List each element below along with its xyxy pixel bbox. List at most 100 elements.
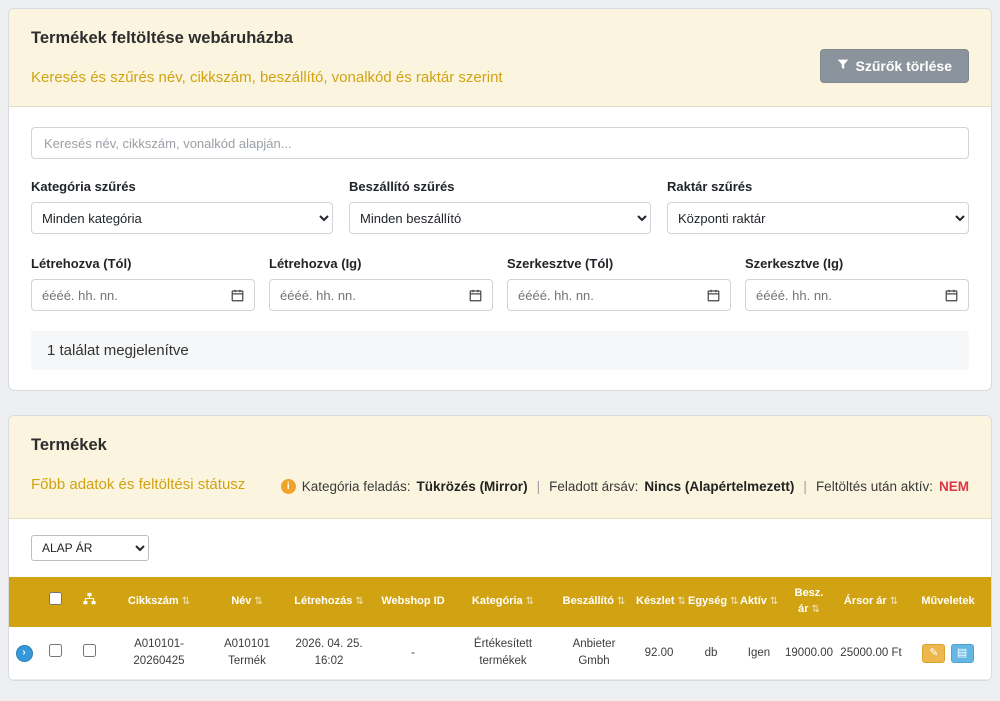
clear-filters-button[interactable]: Szűrők törlése [820,49,969,83]
filter-card-header: Termékek feltöltése webáruházba Keresés … [9,9,991,107]
date-placeholder: éééé. hh. nn. [518,288,594,303]
column-header-aktiv[interactable]: Aktív⇅ [737,577,781,627]
page: Termékek feltöltése webáruházba Keresés … [0,0,1000,689]
calendar-icon [469,289,482,302]
date-placeholder: éééé. hh. nn. [280,288,356,303]
row-checkbox[interactable] [49,644,62,657]
select-all-checkbox[interactable] [49,592,62,605]
expand-row-button[interactable]: › [16,645,33,662]
column-header-kategoria[interactable]: Kategória⇅ [451,577,555,627]
date-placeholder: éééé. hh. nn. [756,288,832,303]
column-header-egyseg[interactable]: Egység⇅ [685,577,737,627]
cell-webshop-id: - [375,627,451,680]
category-mode-value: Tükrözés (Mirror) [417,479,528,494]
filter-icon [837,58,849,74]
edit-icon: ✎ [929,648,938,659]
cell-muveletek: ✎ ▤ [905,627,991,680]
column-header-muveletek: Műveletek [905,577,991,627]
sitemap-icon [83,596,96,608]
table-header-row: Cikkszám⇅ Név⇅ Létrehozás⇅ Webshop ID Ka… [9,577,991,627]
date-placeholder: éééé. hh. nn. [42,288,118,303]
edited-to-date-input[interactable]: éééé. hh. nn. [745,279,969,311]
products-table: Cikkszám⇅ Név⇅ Létrehozás⇅ Webshop ID Ka… [9,577,991,680]
column-label: Készlet [636,595,675,607]
calendar-icon [231,289,244,302]
table-row: › A010101-20260425 A010101 Termék 2026. … [9,627,991,680]
created-from-field: Létrehozva (Tól) éééé. hh. nn. [31,256,255,311]
cell-aktiv: Igen [737,627,781,680]
column-label: Cikkszám [128,595,179,607]
column-label: Egység [688,595,727,607]
cell-variant-select [71,627,107,680]
cell-nev: A010101 Termék [211,627,283,680]
clear-filters-label: Szűrők törlése [856,58,952,74]
column-header-beszallito[interactable]: Beszállító⇅ [555,577,633,627]
sort-icon: ⇅ [812,604,820,615]
created-from-label: Létrehozva (Tól) [31,256,255,271]
filter-card: Termékek feltöltése webáruházba Keresés … [8,8,992,391]
sort-icon: ⇅ [890,596,898,607]
category-filter-label: Kategória szűrés [31,179,333,194]
products-title: Termékek [31,436,969,455]
results-count: 1 találat megjelenítve [31,331,969,370]
separator: | [537,479,541,494]
cell-kategoria: Értékesített termékek [451,627,555,680]
page-title: Termékek feltöltése webáruházba [31,29,969,48]
column-header-variants [71,577,107,627]
warehouse-filter-label: Raktár szűrés [667,179,969,194]
warehouse-filter-select[interactable]: Központi raktár [667,202,969,234]
products-subtitle: Főbb adatok és feltöltési státusz [31,476,245,493]
price-tier-select[interactable]: ALAP ÁR [31,535,149,561]
filter-selects-row: Kategória szűrés Minden kategória Beszál… [31,179,969,234]
cell-besz-ar: 19000.00 [781,627,837,680]
price-band-value: Nincs (Alapértelmezett) [644,479,794,494]
created-to-date-input[interactable]: éééé. hh. nn. [269,279,493,311]
date-filters-row: Létrehozva (Tól) éééé. hh. nn. Létrehozv… [31,256,969,311]
column-header-besz-ar[interactable]: Besz. ár⇅ [781,577,837,627]
column-label: Aktív [740,595,767,607]
products-card: Termékek Főbb adatok és feltöltési státu… [8,415,992,681]
edit-button[interactable]: ✎ [922,644,945,663]
column-header-keszlet[interactable]: Készlet⇅ [633,577,685,627]
edited-from-label: Szerkesztve (Tól) [507,256,731,271]
warehouse-filter-field: Raktár szűrés Központi raktár [667,179,969,234]
column-header-cikkszam[interactable]: Cikkszám⇅ [107,577,211,627]
cell-egyseg: db [685,627,737,680]
cell-keszlet: 92.00 [633,627,685,680]
search-input[interactable] [31,127,969,159]
expand-icon: › [22,648,25,658]
column-label: Kategória [472,595,523,607]
stats-icon: ▤ [957,648,967,659]
column-label: Webshop ID [381,595,444,607]
info-icon: i [281,479,296,494]
column-label: Beszállító [563,595,614,607]
column-label: Létrehozás [294,595,352,607]
sort-icon: ⇅ [730,596,738,607]
price-band-label: Feladott ársáv: [549,479,638,494]
products-card-header: Termékek Főbb adatok és feltöltési státu… [9,416,991,519]
edited-from-date-input[interactable]: éééé. hh. nn. [507,279,731,311]
created-to-label: Létrehozva (Ig) [269,256,493,271]
sort-icon: ⇅ [526,596,534,607]
cell-beszallito: Anbieter Gmbh [555,627,633,680]
variant-checkbox[interactable] [83,644,96,657]
column-header-expand [9,577,39,627]
calendar-icon [707,289,720,302]
created-from-date-input[interactable]: éééé. hh. nn. [31,279,255,311]
products-card-body: ALAP ÁR [9,519,991,680]
sort-icon: ⇅ [678,596,686,607]
column-header-nev[interactable]: Név⇅ [211,577,283,627]
sort-icon: ⇅ [182,596,190,607]
column-label: Ársor ár [844,595,887,607]
category-filter-select[interactable]: Minden kategória [31,202,333,234]
supplier-filter-select[interactable]: Minden beszállító [349,202,651,234]
column-header-letrehozas[interactable]: Létrehozás⇅ [283,577,375,627]
category-mode-label: Kategória feladás: [302,479,411,494]
active-after-upload-label: Feltöltés után aktív: [816,479,933,494]
column-header-arsor-ar[interactable]: Ársor ár⇅ [837,577,905,627]
edited-to-label: Szerkesztve (Ig) [745,256,969,271]
edited-from-field: Szerkesztve (Tól) éééé. hh. nn. [507,256,731,311]
supplier-filter-field: Beszállító szűrés Minden beszállító [349,179,651,234]
stats-button[interactable]: ▤ [951,644,974,663]
cell-expand: › [9,627,39,680]
